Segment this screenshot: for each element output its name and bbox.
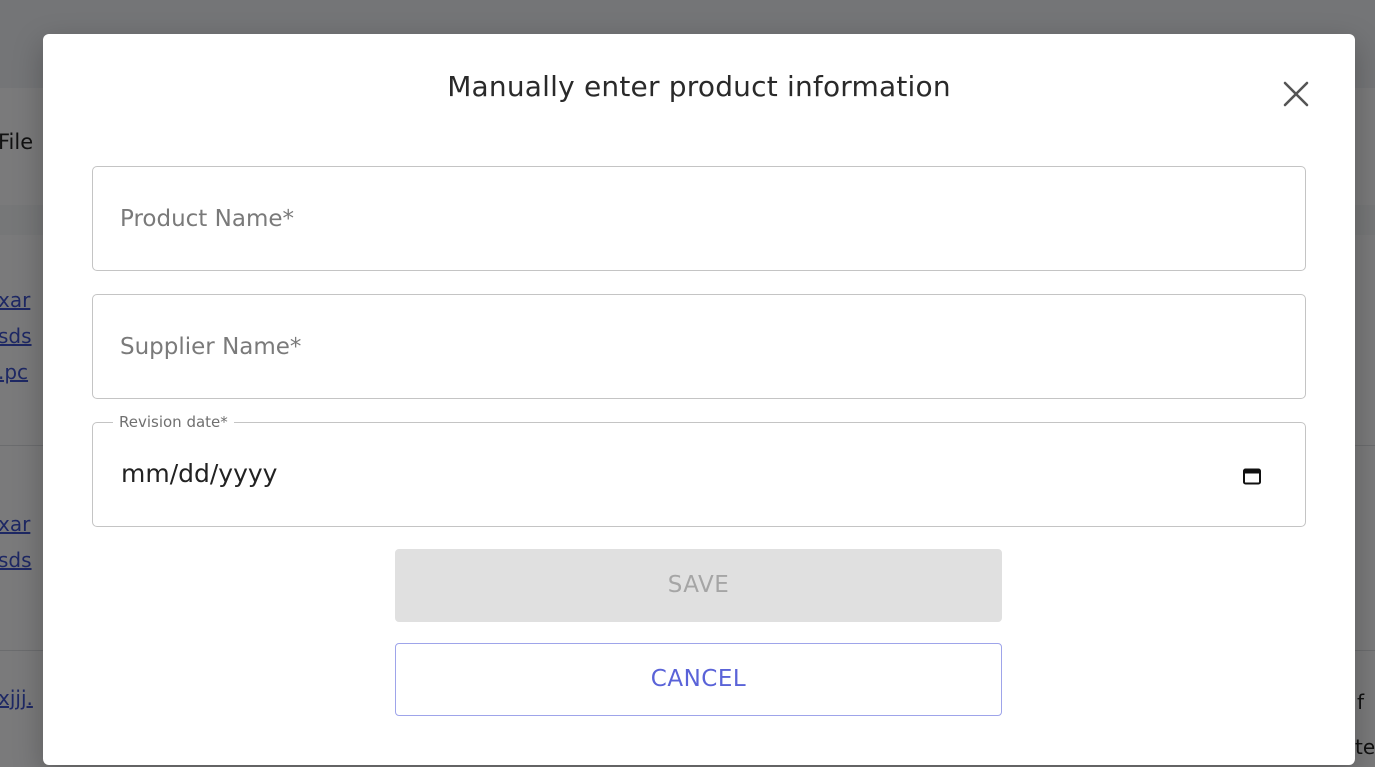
supplier-name-input[interactable] — [93, 295, 1305, 398]
product-name-field — [92, 166, 1306, 271]
supplier-name-field — [92, 294, 1306, 399]
close-icon — [1283, 81, 1309, 107]
revision-date-field[interactable]: Revision date* mm/dd/yyyy — [92, 413, 1306, 527]
product-name-input[interactable] — [93, 167, 1305, 270]
revision-date-input[interactable]: mm/dd/yyyy — [121, 459, 277, 488]
close-button[interactable] — [1278, 76, 1314, 112]
save-button[interactable]: SAVE — [395, 549, 1002, 622]
dialog-title: Manually enter product information — [447, 70, 951, 103]
calendar-icon[interactable] — [1241, 465, 1263, 487]
revision-date-label: Revision date* — [113, 413, 234, 431]
product-info-dialog: Manually enter product information Revis… — [43, 34, 1355, 765]
cancel-button[interactable]: CANCEL — [395, 643, 1002, 716]
